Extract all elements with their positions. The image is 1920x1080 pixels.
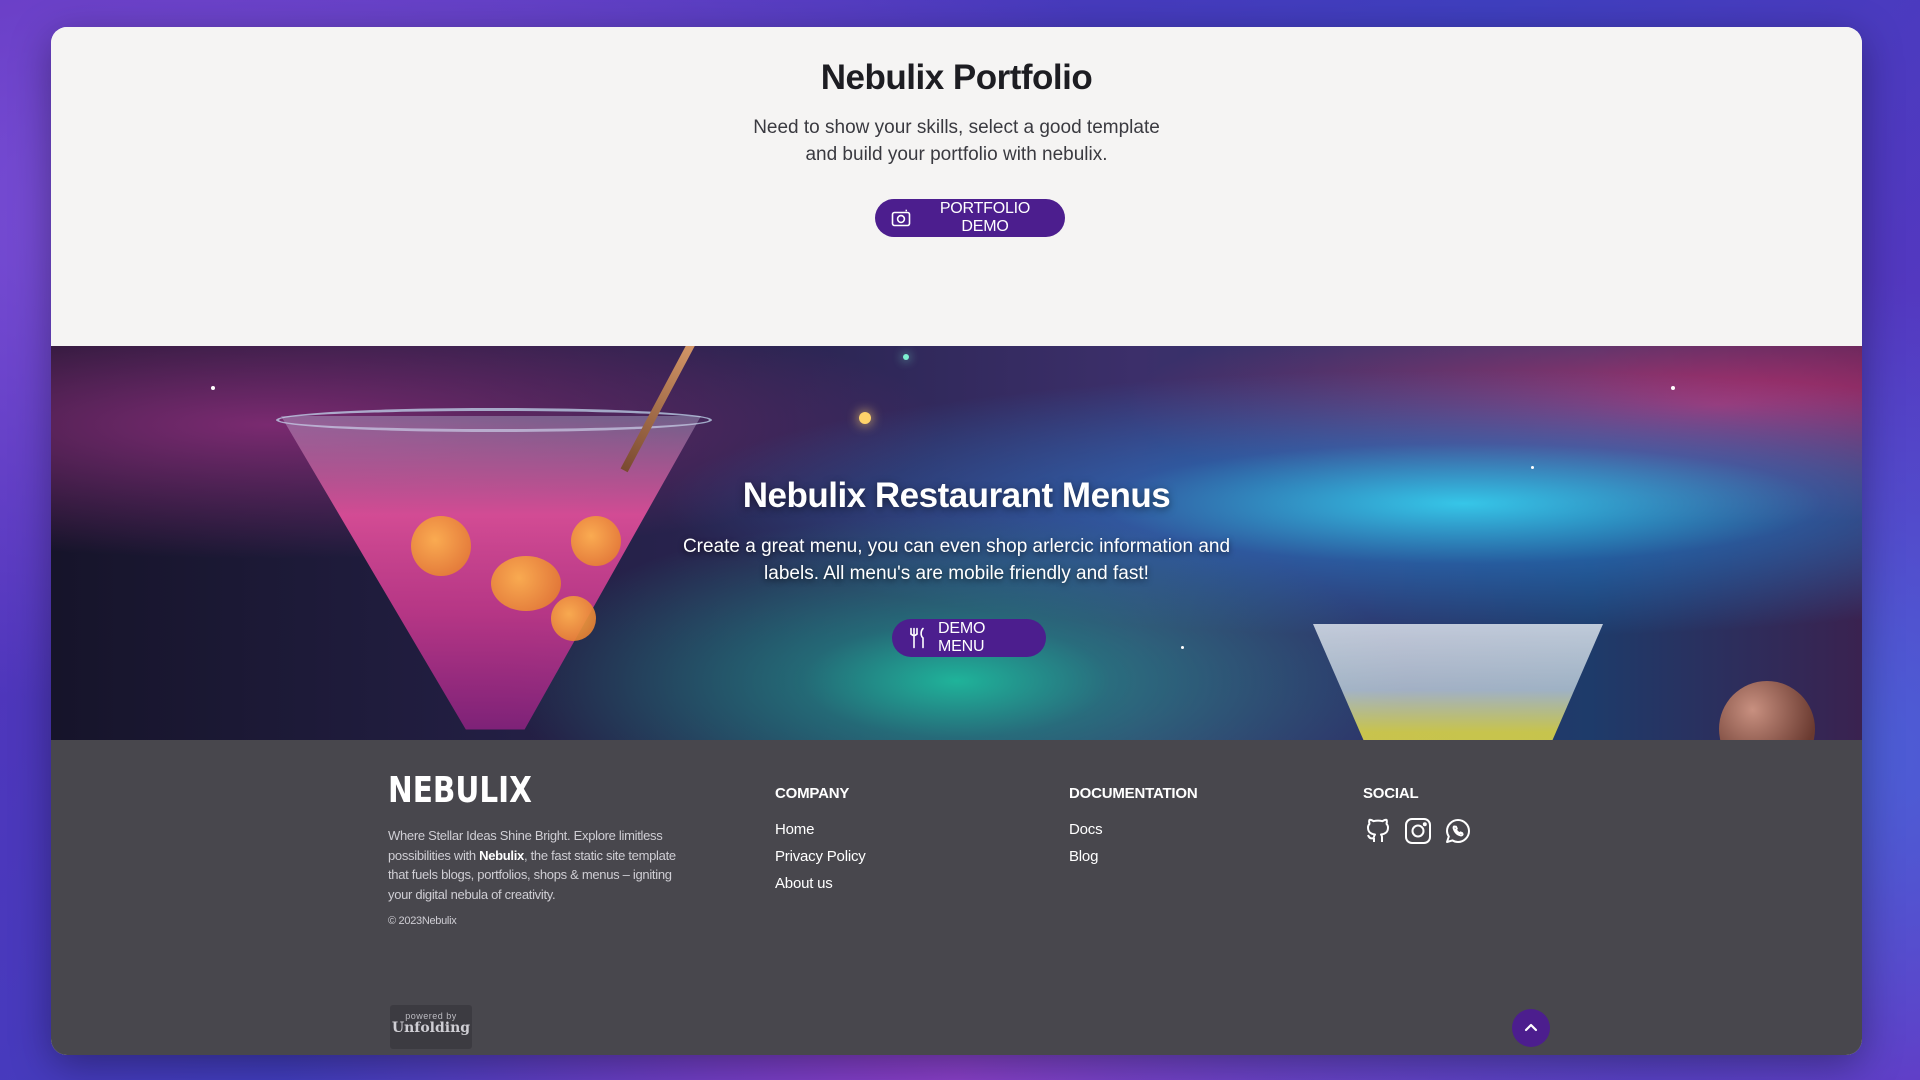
documentation-heading: DOCUMENTATION <box>1069 785 1198 802</box>
fruit-piece <box>551 596 596 641</box>
star-decoration <box>1531 466 1534 469</box>
star-decoration <box>1181 646 1184 649</box>
portfolio-section: Nebulix Portfolio Need to show your skil… <box>51 27 1862 346</box>
footer-company-column: COMPANY Home Privacy Policy About us <box>775 785 866 897</box>
star-decoration <box>1671 386 1675 390</box>
social-icons <box>1363 816 1473 846</box>
demo-menu-button[interactable]: DEMO MENU <box>892 619 1046 657</box>
site-footer: NEBULIX Where Stellar Ideas Shine Bright… <box>51 740 1862 1055</box>
powered-by-name: Unfolding <box>391 1020 471 1036</box>
portfolio-demo-button[interactable]: PORTFOLIO DEMO <box>875 199 1065 237</box>
portfolio-title: Nebulix Portfolio <box>820 58 1093 97</box>
company-heading: COMPANY <box>775 785 850 802</box>
footer-link-about-us[interactable]: About us <box>775 870 866 897</box>
utensils-icon <box>908 627 928 649</box>
fruit-piece <box>571 516 621 566</box>
restaurant-banner: Nebulix Restaurant Menus Create a great … <box>51 346 1862 740</box>
chevron-up-icon <box>1524 1019 1538 1037</box>
powered-by-badge[interactable]: powered by Unfolding <box>390 1005 472 1049</box>
instagram-icon[interactable] <box>1403 816 1433 846</box>
footer-link-privacy-policy[interactable]: Privacy Policy <box>775 843 866 870</box>
footer-social-column: SOCIAL <box>1363 785 1473 846</box>
demo-menu-label: DEMO MENU <box>938 620 986 655</box>
restaurant-description: Create a great menu, you can even shop a… <box>682 536 1231 584</box>
fruit-piece <box>491 556 561 611</box>
footer-link-blog[interactable]: Blog <box>1069 843 1198 870</box>
social-heading: SOCIAL <box>1363 785 1419 802</box>
footer-tagline: Where Stellar Ideas Shine Bright. Explor… <box>388 826 688 904</box>
whatsapp-icon[interactable] <box>1443 816 1473 846</box>
fruit-piece <box>411 516 471 576</box>
portfolio-description: Need to show your skills, select a good … <box>753 117 1160 165</box>
star-decoration <box>903 354 909 360</box>
footer-link-home[interactable]: Home <box>775 816 866 843</box>
cocktail-glass-right <box>1313 624 1603 740</box>
footer-documentation-column: DOCUMENTATION Docs Blog <box>1069 785 1198 870</box>
star-decoration <box>211 386 215 390</box>
github-icon[interactable] <box>1363 816 1393 846</box>
planet-decoration <box>1719 681 1815 740</box>
tagline-brand: Nebulix <box>479 847 524 863</box>
camera-icon <box>891 209 911 227</box>
star-decoration <box>859 412 871 424</box>
footer-link-docs[interactable]: Docs <box>1069 816 1198 843</box>
back-to-top-button[interactable] <box>1512 1009 1550 1047</box>
restaurant-title: Nebulix Restaurant Menus <box>742 476 1171 515</box>
portfolio-demo-label: PORTFOLIO DEMO <box>939 200 1031 235</box>
footer-logo[interactable]: NEBULIX <box>388 770 532 811</box>
page-frame: Nebulix Portfolio Need to show your skil… <box>51 27 1862 1055</box>
copyright: © 2023Nebulix <box>388 915 457 927</box>
